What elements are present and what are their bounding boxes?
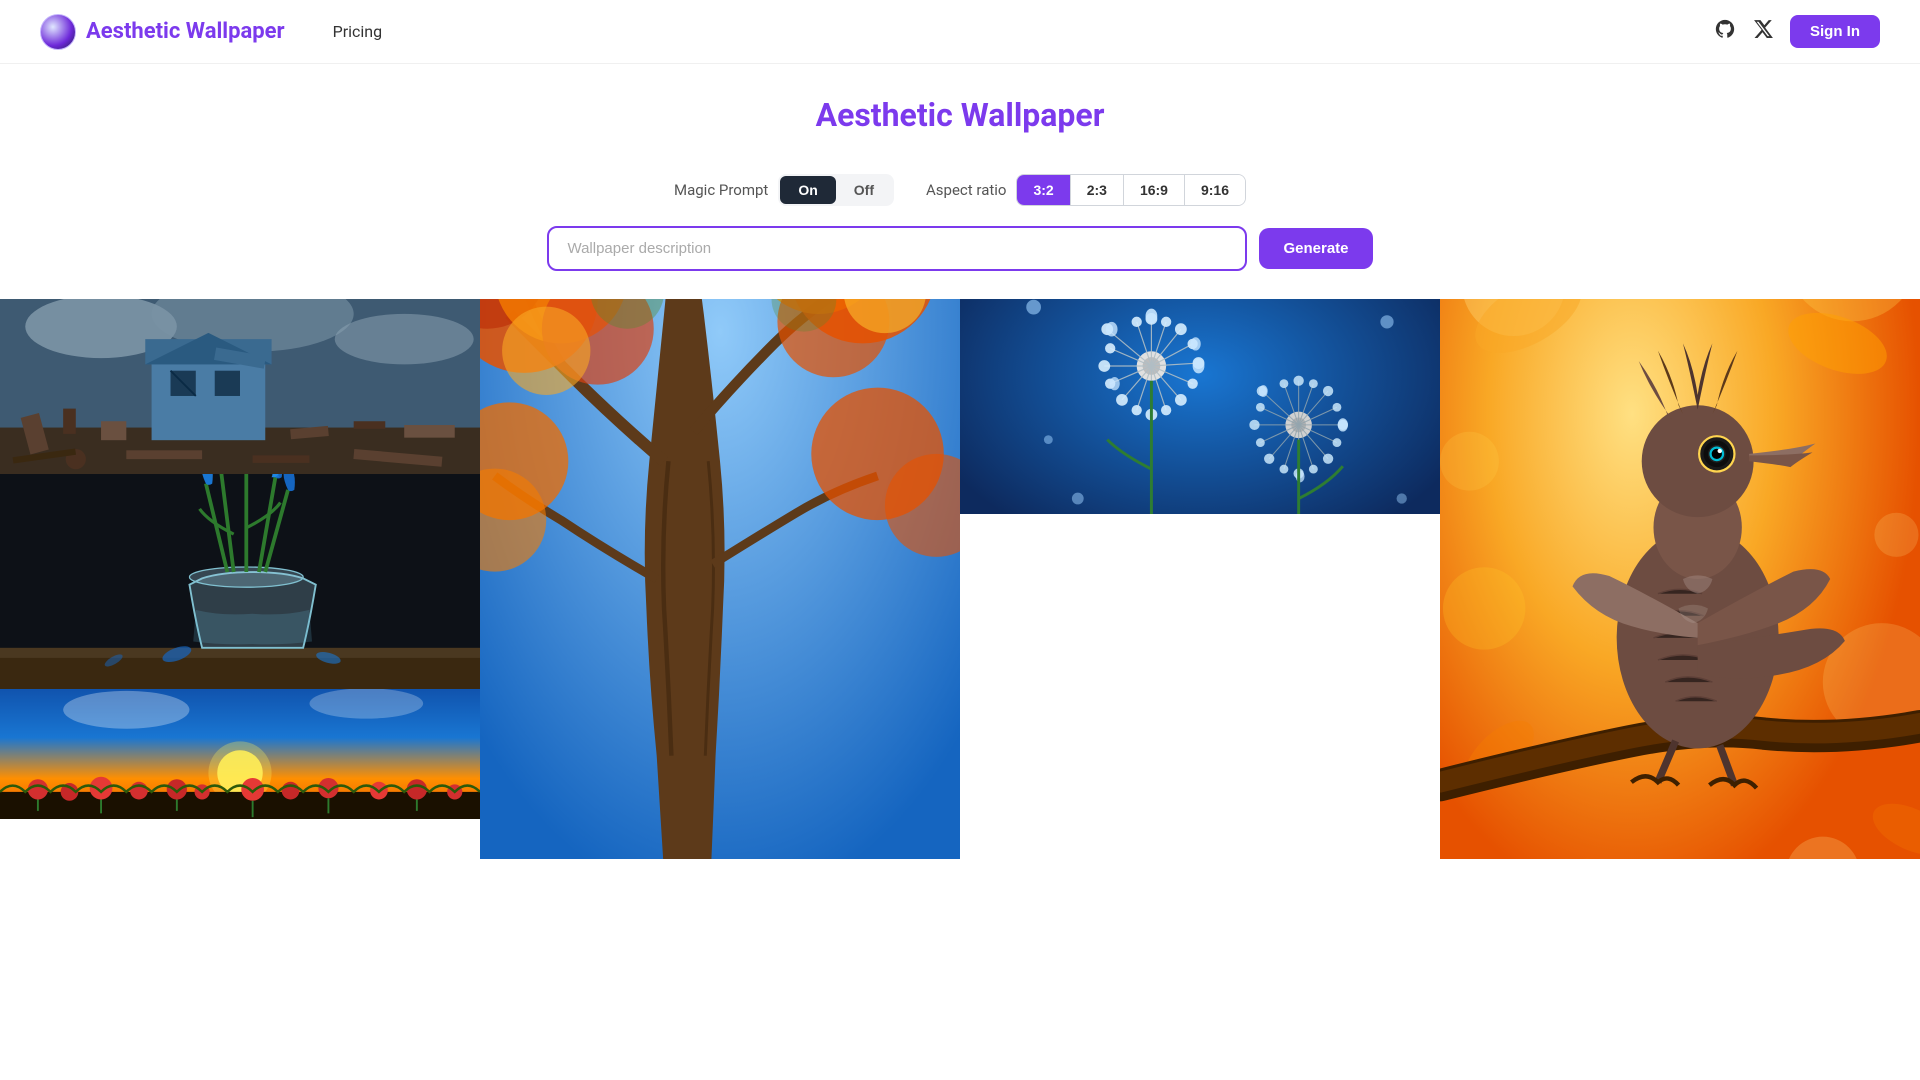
gallery-image-sunset-poppies[interactable] [0,689,480,819]
aspect-16-9-button[interactable]: 16:9 [1124,175,1185,205]
gallery-column-3 [960,299,1440,859]
navbar: Aesthetic Wallpaper Pricing Sign In [0,0,1920,64]
gallery-image-ruined-house[interactable] [0,299,480,474]
logo-icon [40,14,76,50]
sign-in-button[interactable]: Sign In [1790,15,1880,48]
generate-button[interactable]: Generate [1259,228,1372,269]
toggle-off-button[interactable]: Off [836,176,892,204]
hero-title: Aesthetic Wallpaper [20,96,1900,134]
magic-prompt-label: Magic Prompt [674,181,768,199]
logo-link[interactable]: Aesthetic Wallpaper [40,14,285,50]
hero-section: Aesthetic Wallpaper [0,64,1920,174]
gallery-image-dandelion[interactable] [960,299,1440,514]
search-section: Generate [0,226,1920,299]
aspect-2-3-button[interactable]: 2:3 [1071,175,1124,205]
toggle-on-button[interactable]: On [780,176,835,204]
magic-prompt-control: Magic Prompt On Off [674,174,894,206]
magic-prompt-toggle: On Off [778,174,894,206]
nav-pricing[interactable]: Pricing [333,22,383,41]
aspect-ratio-selector: 3:2 2:3 16:9 9:16 [1016,174,1246,206]
aspect-3-2-button[interactable]: 3:2 [1017,175,1070,205]
wallpaper-description-input[interactable] [547,226,1247,271]
nav-right: Sign In [1714,15,1880,48]
gallery-column-4 [1440,299,1920,859]
gallery-column-2 [480,299,960,859]
gallery-column-1 [0,299,480,859]
aspect-9-16-button[interactable]: 9:16 [1185,175,1245,205]
gallery-image-blue-tulips[interactable] [0,474,480,689]
x-icon [1752,18,1774,46]
aspect-ratio-label: Aspect ratio [926,181,1006,199]
gallery [0,299,1920,859]
aspect-ratio-control: Aspect ratio 3:2 2:3 16:9 9:16 [926,174,1246,206]
nav-links: Pricing [333,22,383,41]
x-twitter-button[interactable] [1752,18,1774,46]
logo-text: Aesthetic Wallpaper [86,19,285,44]
gallery-image-autumn-tree[interactable] [480,299,960,859]
gallery-image-bird[interactable] [1440,299,1920,859]
github-button[interactable] [1714,18,1736,46]
controls-section: Magic Prompt On Off Aspect ratio 3:2 2:3… [0,174,1920,206]
github-icon [1714,18,1736,46]
